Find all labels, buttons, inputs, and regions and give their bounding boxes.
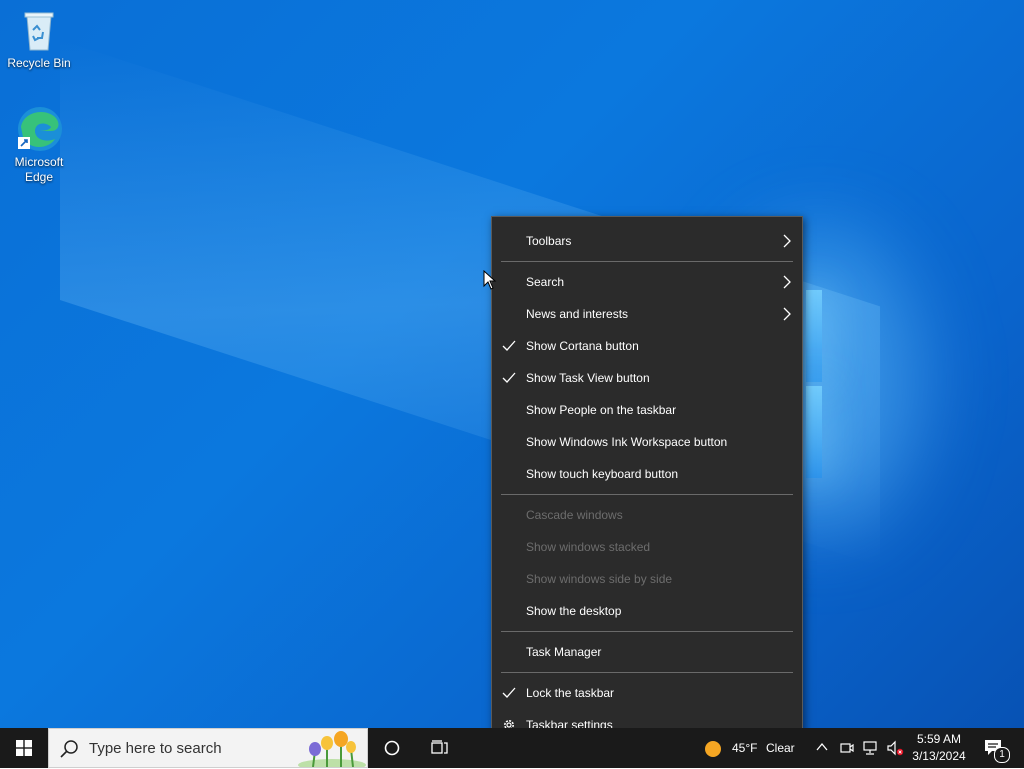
mouse-cursor-icon xyxy=(483,270,497,290)
microsoft-edge-label: Microsoft Edge xyxy=(14,155,64,184)
network-icon xyxy=(863,741,877,755)
menu-item-label: Show Task View button xyxy=(526,371,650,385)
windows-logo-pane xyxy=(806,386,822,478)
menu-item-label: Task Manager xyxy=(526,645,602,659)
menu-item-label: Search xyxy=(526,275,565,289)
menu-item-label: Show Cortana button xyxy=(526,339,639,353)
search-placeholder: Type here to search xyxy=(89,740,222,757)
menu-item-search[interactable]: Search xyxy=(492,266,802,298)
menu-item-label: Show People on the taskbar xyxy=(526,403,677,417)
chevron-right-icon xyxy=(783,275,791,289)
clock-date: 3/13/2024 xyxy=(912,749,966,763)
menu-item-label: Show Windows Ink Workspace button xyxy=(526,435,728,449)
notification-count-badge: 1 xyxy=(994,747,1010,763)
taskbar-context-menu: Toolbars Search News and interests Show … xyxy=(491,216,803,749)
action-center-button[interactable]: 1 xyxy=(978,728,1024,768)
microsoft-edge-shortcut[interactable]: Microsoft Edge xyxy=(1,105,77,185)
menu-separator xyxy=(501,672,793,673)
menu-item-show-cortana-button[interactable]: Show Cortana button xyxy=(492,330,802,362)
menu-item-toolbars[interactable]: Toolbars xyxy=(492,225,802,257)
windows-logo-pane xyxy=(806,290,822,382)
menu-item-show-ink-workspace[interactable]: Show Windows Ink Workspace button xyxy=(492,426,802,458)
cortana-circle-icon xyxy=(384,740,400,756)
menu-item-label: Toolbars xyxy=(526,234,572,248)
checkmark-icon xyxy=(502,372,516,383)
weather-moon-icon xyxy=(705,741,721,757)
taskbar-search-box[interactable]: Type here to search xyxy=(48,728,368,768)
recycle-bin-icon xyxy=(15,6,63,54)
menu-item-show-task-view-button[interactable]: Show Task View button xyxy=(492,362,802,394)
menu-item-task-manager[interactable]: Task Manager xyxy=(492,636,802,668)
recycle-bin-label: Recycle Bin xyxy=(7,56,71,70)
windows-logo-icon xyxy=(16,740,32,756)
weather-temperature: 45°F xyxy=(732,741,758,755)
weather-condition: Clear xyxy=(766,741,795,755)
volume-button[interactable] xyxy=(884,728,906,768)
menu-item-show-windows-side-by-side: Show windows side by side xyxy=(492,563,802,595)
menu-item-label: Show windows stacked xyxy=(526,540,651,554)
recycle-bin-shortcut[interactable]: Recycle Bin xyxy=(1,6,77,71)
menu-item-cascade-windows: Cascade windows xyxy=(492,499,802,531)
cortana-button[interactable] xyxy=(368,728,416,768)
news-and-interests-widget[interactable]: 45°F Clear xyxy=(700,728,804,768)
menu-item-label: Lock the taskbar xyxy=(526,686,615,700)
menu-item-show-windows-stacked: Show windows stacked xyxy=(492,531,802,563)
volume-muted-icon xyxy=(887,740,904,756)
menu-item-label: Cascade windows xyxy=(526,508,623,522)
flowers-illustration-icon xyxy=(298,731,366,767)
search-icon xyxy=(60,740,78,758)
menu-separator xyxy=(501,631,793,632)
clock-time: 5:59 AM xyxy=(916,732,962,746)
checkmark-icon xyxy=(502,687,516,698)
menu-separator xyxy=(501,261,793,262)
taskbar[interactable]: Type here to search 45°F Clear 5:59 AM 3… xyxy=(0,728,1024,768)
menu-separator xyxy=(501,494,793,495)
menu-item-label: Show the desktop xyxy=(526,604,622,618)
chevron-up-icon xyxy=(816,742,828,751)
chevron-right-icon xyxy=(783,307,791,321)
task-view-icon xyxy=(431,740,448,754)
menu-item-show-touch-keyboard[interactable]: Show touch keyboard button xyxy=(492,458,802,490)
menu-item-show-the-desktop[interactable]: Show the desktop xyxy=(492,595,802,627)
menu-item-news-and-interests[interactable]: News and interests xyxy=(492,298,802,330)
task-view-button[interactable] xyxy=(416,728,464,768)
edge-icon xyxy=(15,105,63,153)
chevron-right-icon xyxy=(783,234,791,248)
network-button[interactable] xyxy=(860,728,882,768)
camera-icon xyxy=(840,743,854,753)
show-hidden-icons-button[interactable] xyxy=(811,728,833,768)
menu-item-label: News and interests xyxy=(526,307,629,321)
start-button[interactable] xyxy=(0,728,48,768)
menu-item-show-people[interactable]: Show People on the taskbar xyxy=(492,394,802,426)
menu-item-label: Show touch keyboard button xyxy=(526,467,679,481)
menu-item-label: Show windows side by side xyxy=(526,572,673,586)
checkmark-icon xyxy=(502,340,516,351)
menu-item-lock-the-taskbar[interactable]: Lock the taskbar xyxy=(492,677,802,709)
meet-now-button[interactable] xyxy=(836,728,858,768)
clock[interactable]: 5:59 AM 3/13/2024 xyxy=(906,728,972,768)
